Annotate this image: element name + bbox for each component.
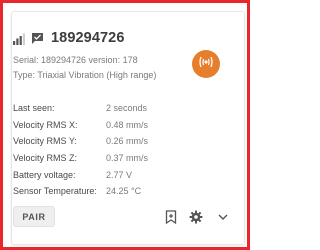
property-label: Last seen: <box>13 103 55 114</box>
property-row: Velocity RMS Z: 0.37 mm/s <box>13 150 228 167</box>
bookmark-add-icon[interactable] <box>164 210 178 224</box>
property-value: 0.37 mm/s <box>106 153 149 164</box>
device-header: 189294726 <box>13 30 124 46</box>
property-row: Velocity RMS X: 0.48 mm/s <box>13 117 228 134</box>
property-value: 2.77 V <box>106 169 133 180</box>
device-id: 189294726 <box>51 30 125 46</box>
property-row: Velocity RMS Y: 0.26 mm/s <box>13 133 228 150</box>
property-label: Velocity RMS X: <box>13 119 78 130</box>
property-label: Velocity RMS Y: <box>13 136 77 147</box>
property-row: Sensor Temperature: 24.25 °C <box>13 183 228 200</box>
serial-version-text: Serial: 189294726 version: 178 <box>13 55 138 65</box>
gear-icon[interactable] <box>189 210 203 224</box>
property-label: Battery voltage: <box>13 169 76 180</box>
vibration-sensor-icon <box>197 53 215 76</box>
property-label: Velocity RMS Z: <box>13 153 78 164</box>
vibration-sensor-badge <box>192 50 220 78</box>
pair-button[interactable]: PAIR <box>13 206 55 227</box>
property-row: Last seen: 2 seconds <box>13 100 228 117</box>
property-row: Battery voltage: 2.77 V <box>13 166 228 183</box>
property-label: Sensor Temperature: <box>13 186 97 197</box>
signal-strength-icon <box>13 32 25 45</box>
chevron-down-icon[interactable] <box>216 210 230 224</box>
message-icon <box>31 32 44 45</box>
screenshot-frame: 189294726 Serial: 189294726 version: 178… <box>0 0 250 250</box>
property-value: 0.26 mm/s <box>106 136 149 147</box>
property-list: Last seen: 2 seconds Velocity RMS X: 0.4… <box>13 100 228 200</box>
property-value: 24.25 °C <box>106 186 142 197</box>
property-value: 0.48 mm/s <box>106 119 149 130</box>
property-value: 2 seconds <box>106 103 148 114</box>
sensor-type-text: Type: Triaxial Vibration (High range) <box>13 70 157 80</box>
